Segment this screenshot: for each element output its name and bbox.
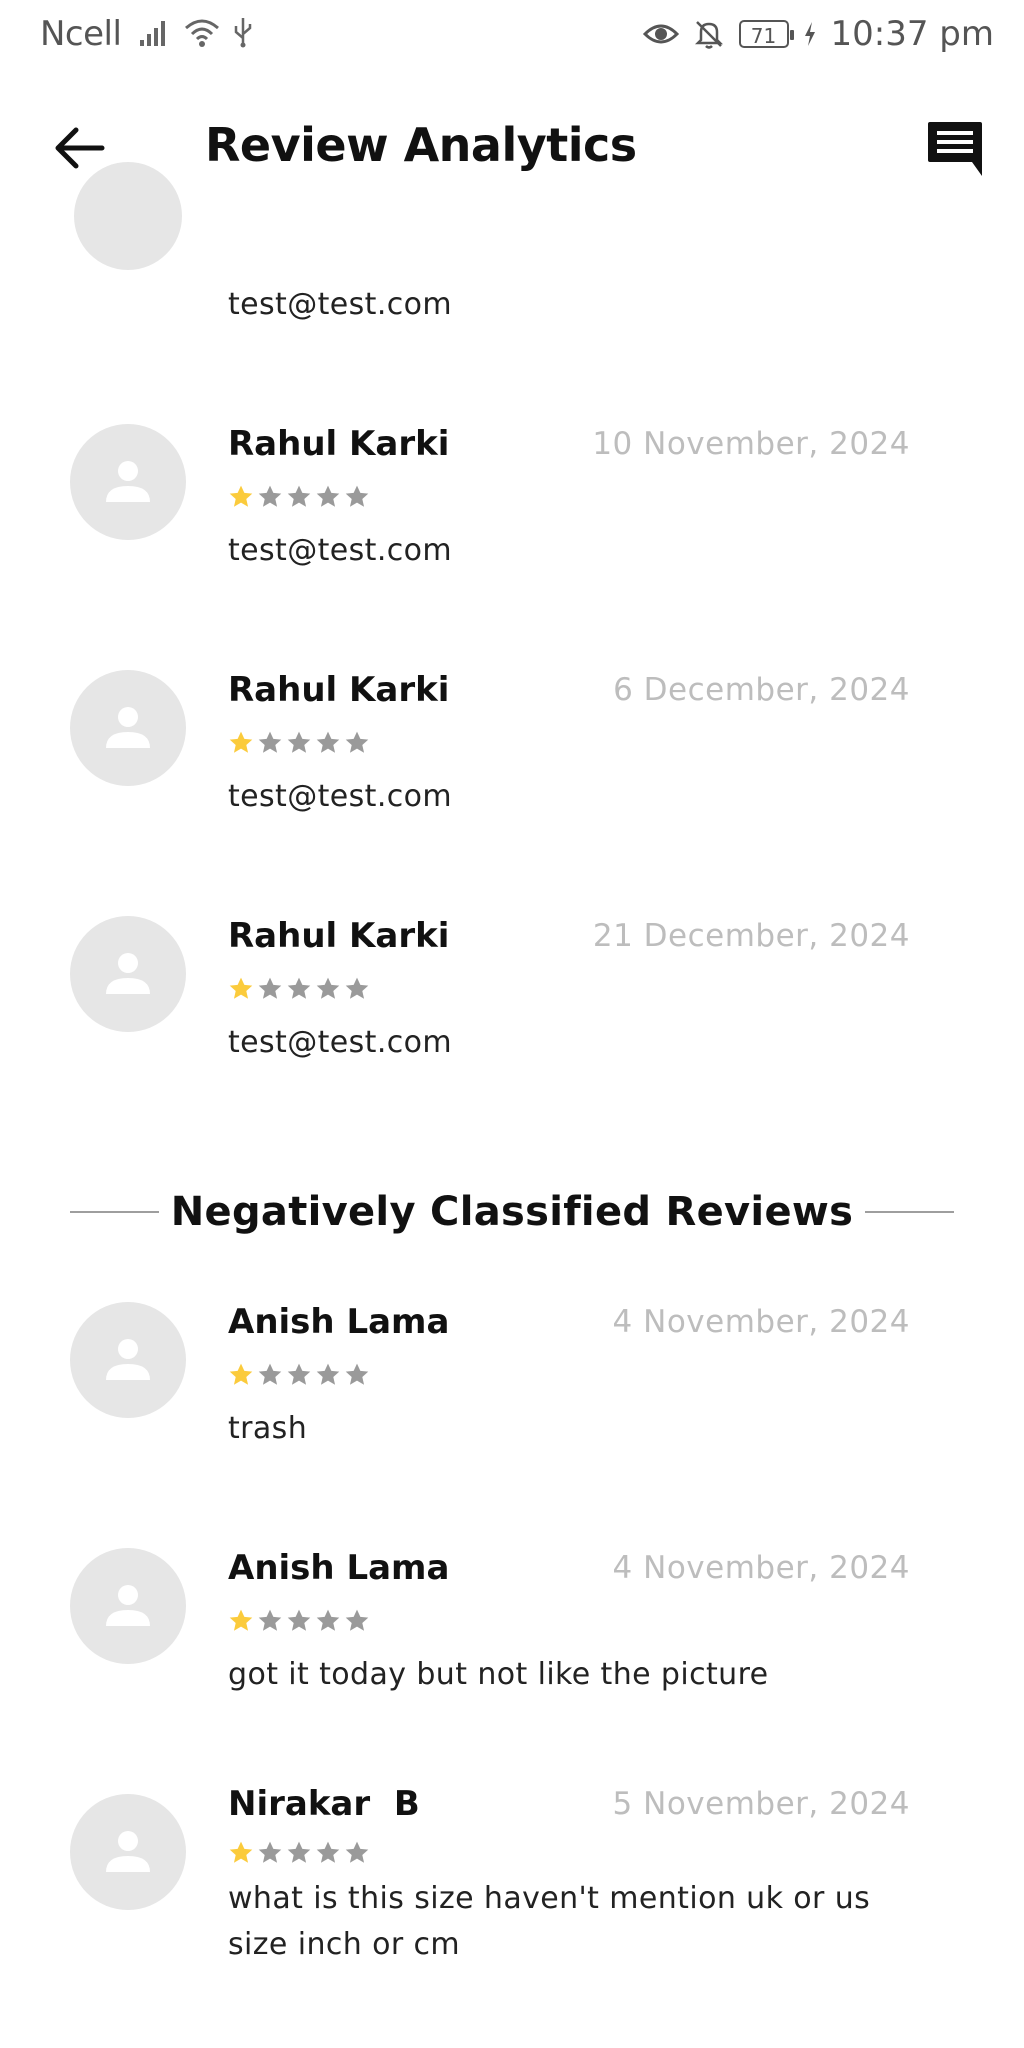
divider-line-left xyxy=(70,1211,159,1213)
person-icon xyxy=(106,707,150,748)
person-icon xyxy=(106,1831,150,1872)
page-title: Review Analytics xyxy=(205,118,637,172)
avatar xyxy=(70,916,186,1032)
review-date: 6 December, 2024 xyxy=(613,672,910,708)
star-empty-icon xyxy=(316,1363,340,1385)
reviewer-name: Anish Lama xyxy=(228,1302,450,1342)
notifications-off-icon xyxy=(694,21,723,49)
star-empty-icon xyxy=(345,485,369,507)
review-date: 5 November, 2024 xyxy=(612,1786,910,1822)
reviewer-name: Rahul Karki xyxy=(228,424,450,464)
reviewer-name: Anish Lama xyxy=(228,1548,450,1588)
review-date: 10 November, 2024 xyxy=(592,426,910,462)
battery-indicator: 71 xyxy=(738,20,794,48)
review-date: 21 December, 2024 xyxy=(592,918,910,954)
star-empty-icon xyxy=(258,977,282,999)
avatar xyxy=(70,424,186,540)
person-icon xyxy=(106,953,150,994)
avatar xyxy=(70,1548,186,1664)
star-empty-icon xyxy=(258,731,282,753)
star-rating xyxy=(228,484,370,510)
chat-button[interactable] xyxy=(924,118,986,180)
star-rating xyxy=(228,1840,370,1866)
signal-icon xyxy=(140,21,165,46)
star-empty-icon xyxy=(287,1841,311,1863)
review-text: test@test.com xyxy=(228,533,453,568)
person-icon xyxy=(106,1585,150,1626)
avatar xyxy=(70,1794,186,1910)
star-empty-icon xyxy=(287,977,311,999)
star-empty-icon xyxy=(258,1841,282,1863)
charging-icon xyxy=(804,22,815,46)
star-empty-icon xyxy=(287,485,311,507)
star-empty-icon xyxy=(316,485,340,507)
avatar xyxy=(70,670,186,786)
eye-icon xyxy=(642,24,679,44)
status-icons-right: 71 10:37 pm xyxy=(642,14,995,54)
star-empty-icon xyxy=(287,1363,311,1385)
star-filled-icon xyxy=(229,731,253,753)
star-empty-icon xyxy=(316,1609,340,1631)
star-filled-icon xyxy=(229,1841,253,1863)
review-date: 4 November, 2024 xyxy=(612,1304,910,1340)
star-empty-icon xyxy=(258,485,282,507)
review-text: got it today but not like the picture xyxy=(228,1657,769,1692)
star-empty-icon xyxy=(287,1609,311,1631)
star-empty-icon xyxy=(345,977,369,999)
star-rating xyxy=(228,730,370,756)
review-analytics-screen: Ncell 71 10:37 pm Review Analytics test@… xyxy=(0,0,1024,2048)
star-filled-icon xyxy=(229,977,253,999)
review-item-partial: test@test.com xyxy=(0,162,1024,350)
star-empty-icon xyxy=(345,731,369,753)
review-text: test@test.com xyxy=(228,287,453,322)
review-text: what is this size haven't mention uk or … xyxy=(228,1881,871,1962)
star-empty-icon xyxy=(345,1841,369,1863)
star-rating xyxy=(228,976,370,1002)
status-icons-left xyxy=(138,16,254,48)
section-title: Negatively Classified Reviews xyxy=(170,1189,854,1235)
reviewer-name: Nirakar B xyxy=(228,1784,420,1824)
review-date: 4 November, 2024 xyxy=(612,1550,910,1586)
star-empty-icon xyxy=(287,731,311,753)
wifi-icon xyxy=(185,19,219,47)
divider-line-right xyxy=(865,1211,955,1213)
review-text: test@test.com xyxy=(228,1025,453,1060)
status-time: 10:37 pm xyxy=(830,14,995,54)
star-empty-icon xyxy=(258,1609,282,1631)
negative-reviews-section-heading: Negatively Classified Reviews xyxy=(70,1182,955,1242)
star-empty-icon xyxy=(316,977,340,999)
star-filled-icon xyxy=(229,1363,253,1385)
person-icon xyxy=(106,1339,150,1380)
chat-icon xyxy=(928,122,982,176)
star-empty-icon xyxy=(316,731,340,753)
star-filled-icon xyxy=(229,1609,253,1631)
star-empty-icon xyxy=(345,1363,369,1385)
review-text: test@test.com xyxy=(228,779,453,814)
status-bar: Ncell 71 10:37 pm xyxy=(0,0,1024,72)
star-empty-icon xyxy=(258,1363,282,1385)
usb-icon xyxy=(234,18,252,48)
reviewer-name: Rahul Karki xyxy=(228,670,450,710)
reviewer-name: Rahul Karki xyxy=(228,916,450,956)
star-empty-icon xyxy=(345,1609,369,1631)
avatar xyxy=(70,1302,186,1418)
star-rating xyxy=(228,1362,370,1388)
star-rating xyxy=(228,1608,370,1634)
review-text: trash xyxy=(228,1411,308,1446)
person-icon xyxy=(106,461,150,502)
avatar xyxy=(74,162,182,270)
carrier-name: Ncell xyxy=(40,14,122,54)
star-empty-icon xyxy=(316,1841,340,1863)
star-filled-icon xyxy=(229,485,253,507)
